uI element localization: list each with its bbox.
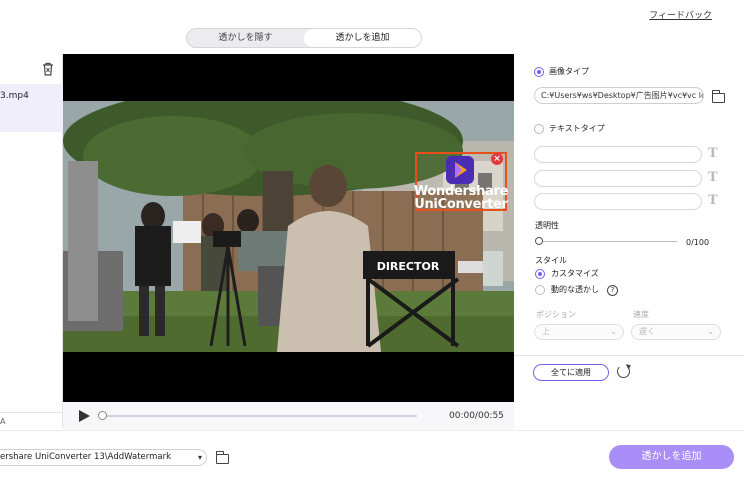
- chevron-down-icon: ▾: [197, 453, 202, 462]
- watermark-text: Wondershare UniConverter: [413, 185, 509, 211]
- svg-text:DIRECTOR: DIRECTOR: [377, 260, 440, 273]
- opacity-label: 透明性: [535, 221, 559, 230]
- remove-watermark-close-icon[interactable]: ×: [491, 153, 503, 165]
- style-label: スタイル: [535, 256, 567, 265]
- style-dynamic-label: 動的な透かし: [551, 285, 599, 294]
- player-controls: 00:00/00:55: [63, 402, 514, 430]
- watermark-editor-window: フィードバック 透かしを隠す 透かしを追加 3.mp4 A DIRECTOR ×…: [0, 0, 744, 477]
- text-type-radio[interactable]: [534, 124, 544, 134]
- uniconverter-logo-icon: [446, 156, 474, 184]
- style-custom-radio[interactable]: [535, 269, 545, 279]
- apply-to-all-button[interactable]: 全てに適用: [533, 364, 609, 381]
- speed-select[interactable]: 遅く ⌄: [631, 324, 721, 340]
- watermark-text-line2: UniConverter: [414, 197, 508, 212]
- opacity-slider-knob[interactable]: [535, 237, 543, 245]
- help-icon[interactable]: ?: [607, 285, 618, 296]
- file-list-footer-label: A: [0, 417, 6, 426]
- watermark-text-field-3[interactable]: [534, 193, 702, 210]
- progress-track[interactable]: [99, 415, 417, 417]
- text-format-icon[interactable]: T: [708, 146, 718, 161]
- chevron-down-icon: ⌄: [610, 327, 617, 336]
- image-path-field[interactable]: C:¥Users¥ws¥Desktop¥广告图片¥vc¥vc lo: [534, 87, 704, 104]
- watermark-overlay[interactable]: × Wondershare UniConverter: [413, 152, 509, 211]
- speed-label: 速度: [633, 310, 649, 319]
- video-frame: DIRECTOR × Wondershare UniConverter: [63, 101, 514, 352]
- text-format-icon[interactable]: T: [708, 193, 718, 208]
- folder-icon[interactable]: [711, 90, 725, 103]
- watermark-text-field-1[interactable]: [534, 146, 702, 163]
- tab-add-watermark[interactable]: 透かしを追加: [304, 29, 421, 47]
- watermark-settings-panel: 画像タイプ C:¥Users¥ws¥Desktop¥广告图片¥vc¥vc lo …: [514, 54, 744, 430]
- opacity-slider-track[interactable]: [539, 241, 677, 242]
- footer-bar: ershare UniConverter 13\AddWatermark ▾ 透…: [0, 430, 744, 477]
- refresh-icon[interactable]: [617, 365, 630, 378]
- progress-knob[interactable]: [98, 411, 107, 420]
- position-select[interactable]: 上 ⌄: [534, 324, 624, 340]
- add-watermark-button[interactable]: 透かしを追加: [609, 445, 734, 469]
- text-type-label: テキストタイプ: [549, 124, 605, 133]
- video-preview[interactable]: DIRECTOR × Wondershare UniConverter: [63, 54, 514, 402]
- output-folder-icon[interactable]: [215, 451, 229, 464]
- play-icon[interactable]: [79, 410, 90, 422]
- mode-tab-switch: 透かしを隠す 透かしを追加: [186, 28, 422, 48]
- style-custom-label: カスタマイズ: [551, 269, 599, 278]
- settings-divider: [514, 355, 744, 356]
- position-select-value: 上: [542, 327, 550, 336]
- file-name: 3.mp4: [0, 91, 29, 101]
- video-frame-image: DIRECTOR: [63, 101, 514, 352]
- output-path-select[interactable]: ershare UniConverter 13\AddWatermark ▾: [0, 449, 207, 466]
- image-type-label: 画像タイプ: [549, 67, 589, 76]
- chevron-down-icon: ⌄: [707, 327, 714, 336]
- file-list-footer: A: [0, 412, 63, 428]
- style-dynamic-radio[interactable]: [535, 285, 545, 295]
- output-path-value: ershare UniConverter 13\AddWatermark: [0, 452, 172, 462]
- file-list-panel: 3.mp4 A: [0, 54, 63, 428]
- watermark-text-field-2[interactable]: [534, 170, 702, 187]
- position-label: ポジション: [536, 310, 576, 319]
- speed-select-value: 遅く: [639, 327, 655, 336]
- file-list-item[interactable]: 3.mp4: [0, 84, 63, 132]
- feedback-link[interactable]: フィードバック: [649, 8, 712, 21]
- text-format-icon[interactable]: T: [708, 170, 718, 185]
- trash-icon[interactable]: [42, 62, 54, 76]
- image-type-radio[interactable]: [534, 67, 544, 77]
- opacity-value: 0/100: [686, 238, 710, 247]
- tab-remove-watermark[interactable]: 透かしを隠す: [187, 29, 304, 47]
- playback-time: 00:00/00:55: [449, 411, 504, 421]
